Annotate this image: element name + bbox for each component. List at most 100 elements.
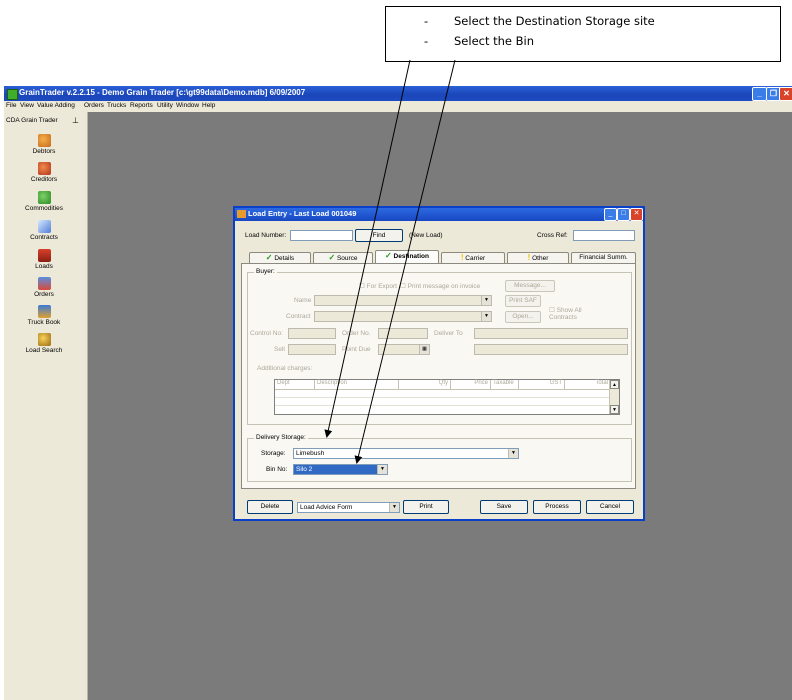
table-row[interactable] (275, 405, 611, 406)
print-button[interactable]: Print (403, 500, 449, 514)
sell-label: Sell (274, 346, 285, 353)
destination-panel: Buyer: ☐ For Export ☐ Print message on i… (241, 263, 636, 489)
menu-file[interactable]: File (6, 102, 16, 109)
order-no-input[interactable] (378, 328, 428, 339)
bin-select[interactable]: Silo 2 ▼ (293, 464, 388, 475)
delete-button[interactable]: Delete (247, 500, 293, 514)
tab-carrier[interactable]: ! Carrier (441, 252, 505, 263)
menu-value-adding[interactable]: Value Adding (37, 102, 75, 109)
check-icon: ✓ (328, 253, 336, 262)
message-button[interactable]: Message... (505, 280, 555, 292)
for-export-checkbox[interactable]: ☐ For Export (359, 282, 397, 290)
col-qty: Qty (399, 380, 451, 389)
dialog-minimize-icon[interactable]: _ (604, 208, 617, 221)
check-icon: ✓ (265, 253, 273, 262)
menu-help[interactable]: Help (202, 102, 215, 109)
storage-label: Storage: (261, 450, 286, 457)
orders-icon (37, 277, 51, 290)
pin-icon[interactable]: ⊥ (72, 116, 79, 125)
instruction-callout: - Select the Destination Storage site - … (385, 6, 781, 62)
app-titlebar: GrainTrader v.2.2.15 - Demo Grain Trader… (4, 86, 792, 101)
contract-select[interactable]: ▼ (314, 311, 492, 322)
print-saf-button[interactable]: Print SAF (505, 295, 541, 307)
open-button[interactable]: Open... (505, 311, 541, 323)
scroll-up-icon[interactable]: ▲ (610, 380, 619, 389)
find-button[interactable]: Find (355, 229, 403, 242)
menu-trucks[interactable]: Trucks (107, 102, 126, 109)
check-icon: ✓ (385, 251, 392, 260)
contract-label: Contract (286, 313, 311, 320)
dialog-titlebar: Load Entry - Last Load 001049 _ □ ✕ (235, 208, 643, 221)
name-select[interactable]: ▼ (314, 295, 492, 306)
commodities-icon (37, 191, 51, 204)
chevron-down-icon: ▼ (481, 296, 491, 305)
show-all-contracts-checkbox[interactable]: ☐ Show All Contracts (549, 307, 587, 321)
sidebar-header: CDA Grain Trader (6, 117, 58, 124)
dialog-maximize-icon[interactable]: □ (617, 208, 630, 221)
control-no-label: Control No: (250, 330, 283, 337)
sidebar-item-load-search[interactable]: Load Search (4, 333, 84, 354)
menu-window[interactable]: Window (176, 102, 199, 109)
print-message-checkbox[interactable]: ☐ Print message on invoice (400, 282, 480, 290)
sidebar-item-contracts[interactable]: Contracts (4, 220, 84, 241)
sidebar-item-loads[interactable]: Loads (4, 249, 84, 270)
save-button[interactable]: Save (480, 500, 528, 514)
menu-reports[interactable]: Reports (130, 102, 153, 109)
warning-icon: ! (527, 253, 531, 262)
chevron-down-icon: ▼ (481, 312, 491, 321)
scroll-down-icon[interactable]: ▼ (610, 405, 619, 414)
menu-view[interactable]: View (20, 102, 34, 109)
sidebar-item-commodities[interactable]: Commodities (4, 191, 84, 212)
warning-icon: ! (460, 253, 464, 262)
grid-header: Dept Description Qty Price Taxable GST T… (275, 380, 611, 390)
chevron-down-icon: ▼ (377, 465, 387, 474)
process-button[interactable]: Process (533, 500, 581, 514)
minimize-icon[interactable]: _ (752, 87, 767, 101)
tab-financial-summ[interactable]: Financial Summ. (571, 252, 636, 263)
close-icon[interactable]: ✕ (779, 87, 792, 101)
tab-details[interactable]: ✓ Details (249, 252, 311, 263)
tab-other[interactable]: ! Other (507, 252, 569, 263)
point-due-input[interactable]: ▦ (378, 344, 430, 355)
truck-book-icon (37, 305, 51, 318)
sidebar-item-debtors[interactable]: Debtors (4, 134, 84, 155)
delivery-storage-group: Delivery Storage: Storage: Limebush ▼ Bin… (247, 434, 632, 482)
dialog-icon (237, 210, 246, 218)
menu-orders[interactable]: Orders (84, 102, 104, 109)
tab-destination[interactable]: ✓ Destination (375, 250, 439, 264)
col-dept: Dept (275, 380, 315, 389)
deliver-to-label: Deliver To (434, 330, 463, 337)
col-total: Total (565, 380, 611, 389)
storage-select[interactable]: Limebush ▼ (293, 448, 519, 459)
order-no-label: Order No. (342, 330, 371, 337)
sidebar-item-creditors[interactable]: Creditors (4, 162, 84, 183)
additional-charges-label: Additional charges: (257, 365, 313, 372)
grid-scrollbar[interactable]: ▲ ▼ (609, 380, 619, 414)
sidebar-item-orders[interactable]: Orders (4, 277, 84, 298)
cross-ref-input[interactable] (573, 230, 635, 241)
load-number-input[interactable] (290, 230, 353, 241)
sidebar-item-truck-book[interactable]: Truck Book (4, 305, 84, 326)
dialog-close-icon[interactable]: ✕ (630, 208, 643, 221)
debtors-icon (37, 134, 51, 147)
report-select[interactable]: Load Advice Form ▼ (297, 502, 400, 513)
load-status: (New Load) (409, 232, 443, 239)
additional-charges-grid[interactable]: Dept Description Qty Price Taxable GST T… (274, 379, 620, 415)
control-no-input[interactable] (288, 328, 336, 339)
cancel-button[interactable]: Cancel (586, 500, 634, 514)
tab-source[interactable]: ✓ Source (313, 252, 373, 263)
load-number-label: Load Number: (245, 232, 287, 239)
table-row[interactable] (275, 397, 611, 398)
menu-utility[interactable]: Utility (157, 102, 173, 109)
loads-icon (37, 249, 51, 262)
col-gst: GST (519, 380, 565, 389)
calendar-icon[interactable]: ▦ (419, 345, 429, 354)
sell-input[interactable] (288, 344, 336, 355)
col-taxable: Taxable (491, 380, 519, 389)
chevron-down-icon: ▼ (389, 503, 399, 512)
load-search-icon (37, 333, 51, 346)
contracts-icon (37, 220, 51, 233)
deliver-to-extra-input[interactable] (474, 344, 628, 355)
deliver-to-input[interactable] (474, 328, 628, 339)
menu-bar: File View Value Adding Orders Trucks Rep… (4, 101, 792, 112)
